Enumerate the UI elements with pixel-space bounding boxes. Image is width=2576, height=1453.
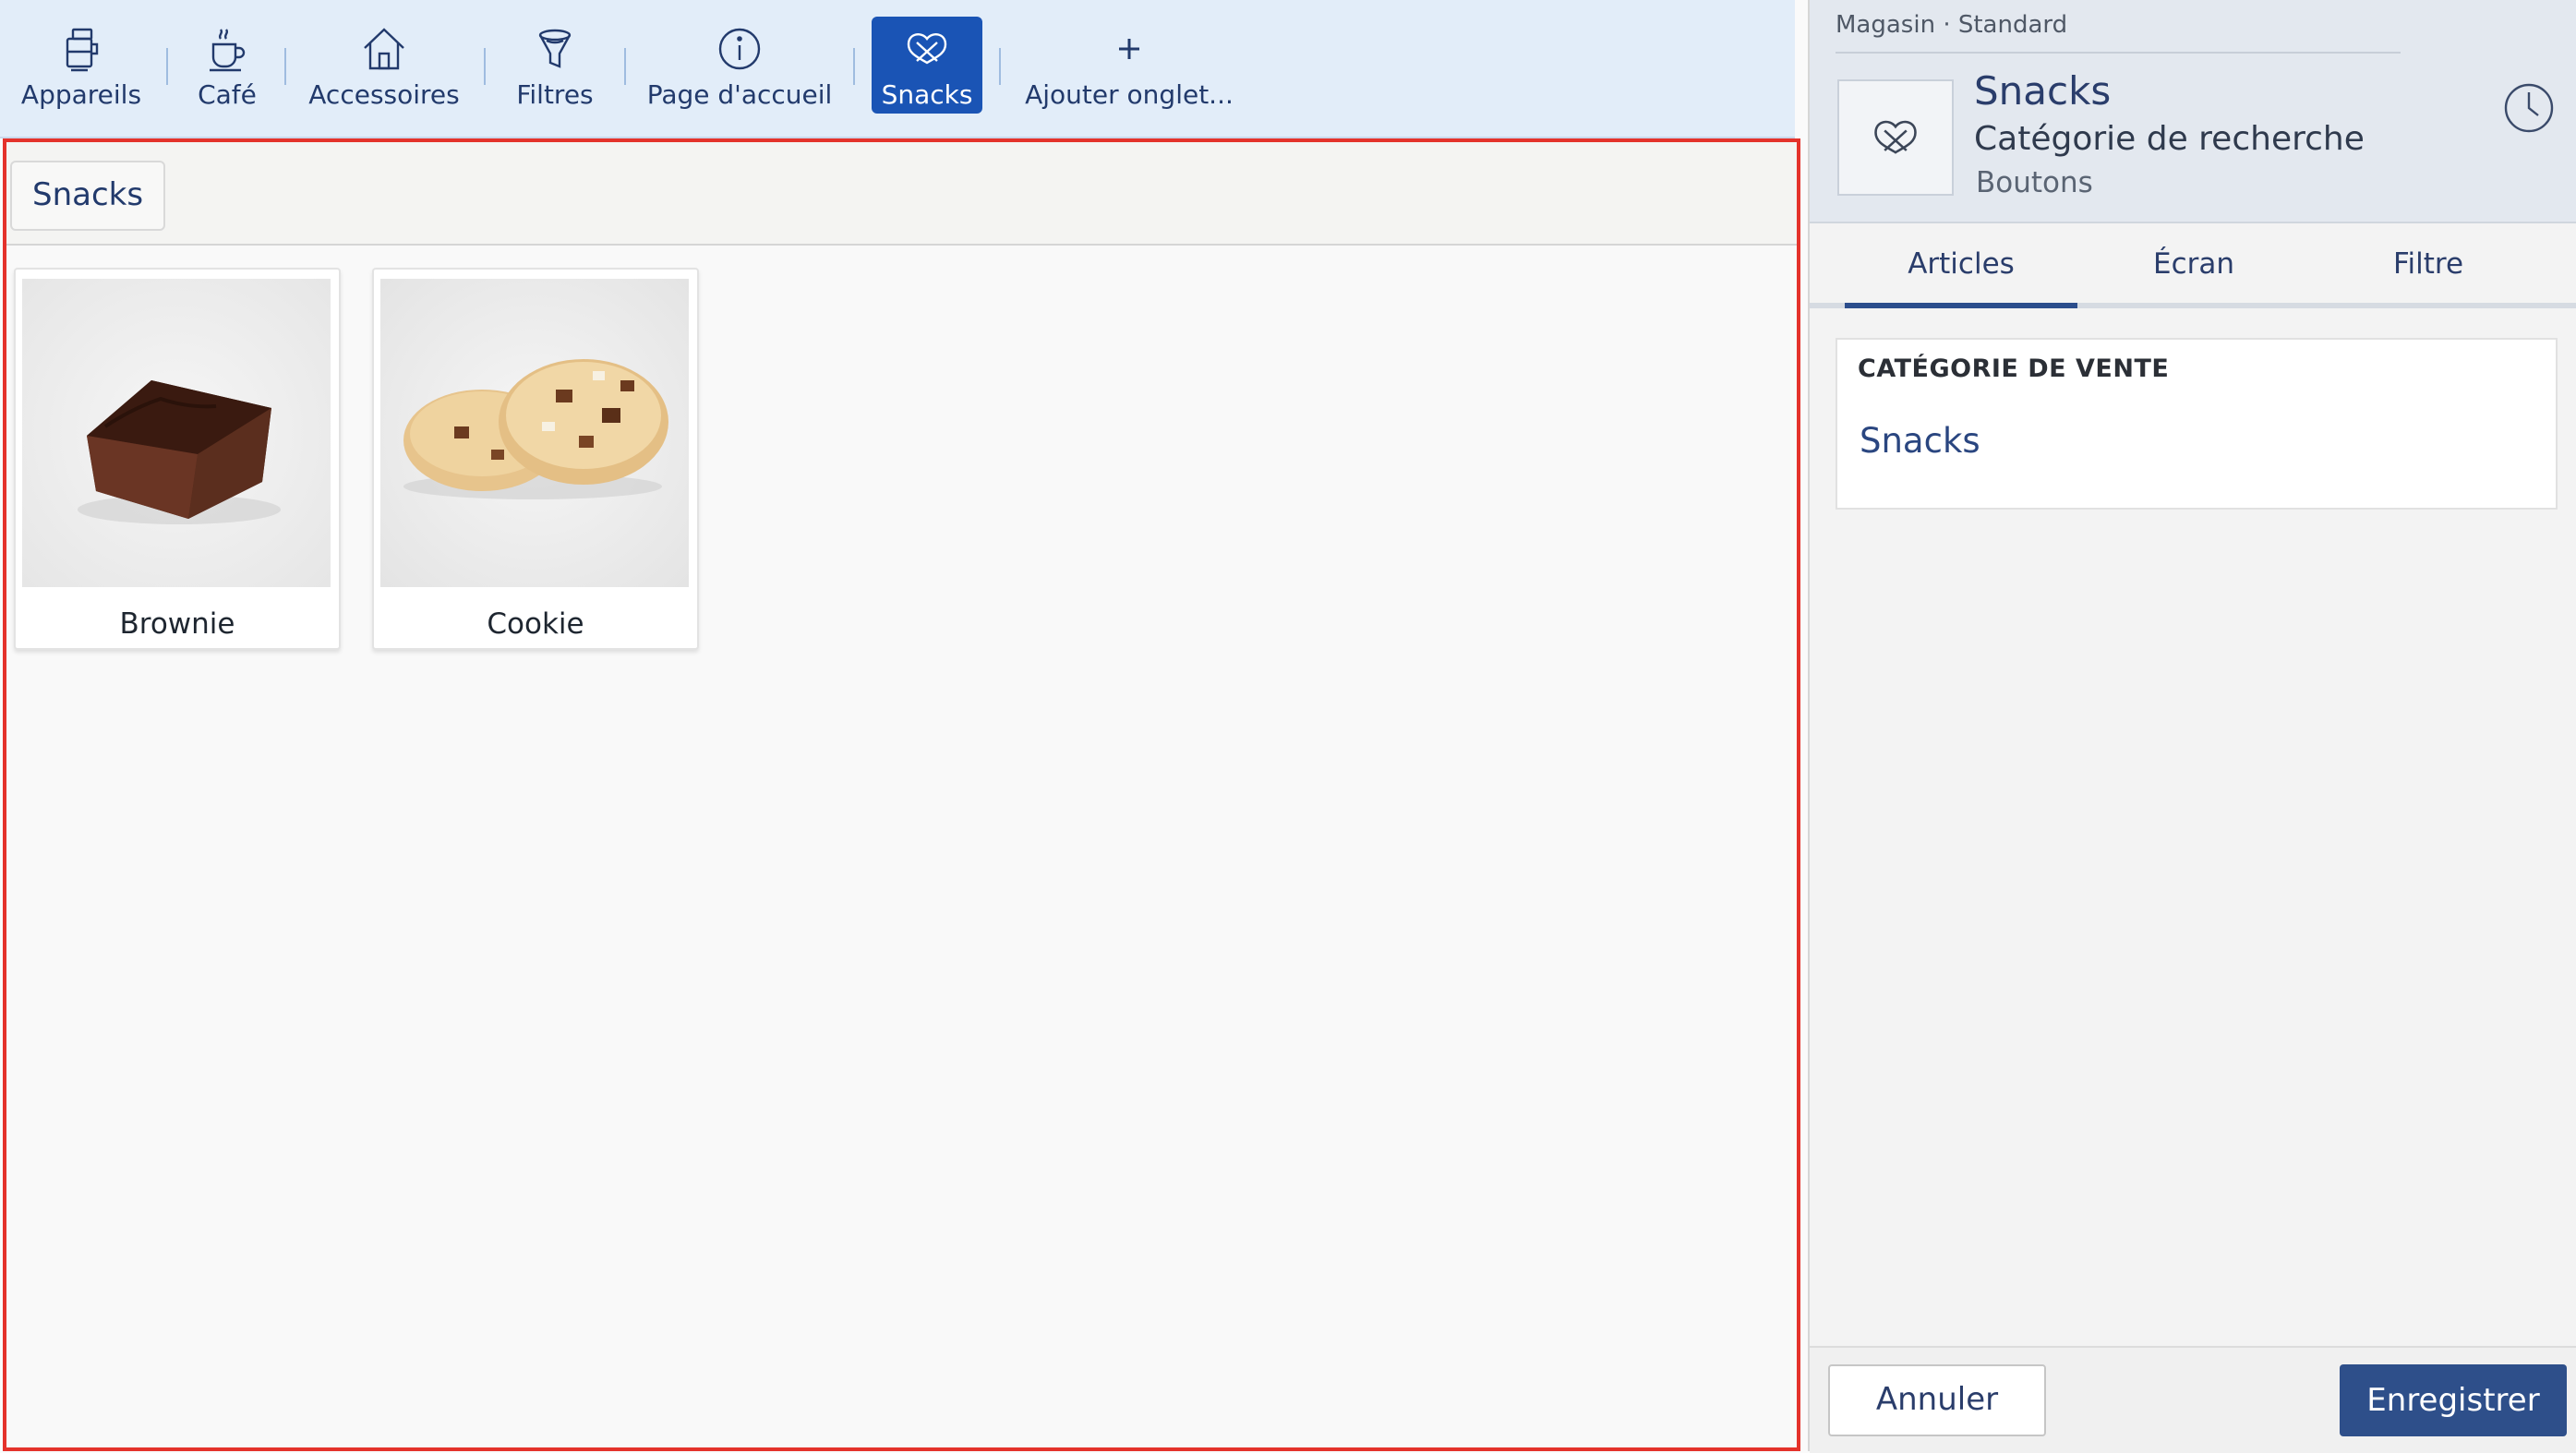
panel-subtitle: Catégorie de recherche [1974, 120, 2365, 158]
filter-funnel-icon [538, 29, 572, 68]
tab-ecran[interactable]: Écran [2077, 225, 2310, 303]
tab-articles[interactable]: Articles [1845, 225, 2077, 308]
coffee-cup-icon [210, 29, 246, 72]
tab-filtres[interactable]: Filtres [510, 17, 600, 114]
history-clock-icon[interactable] [2500, 79, 2558, 137]
category-tab-bar: Appareils Café Accessoires Filtres Page … [0, 0, 1795, 138]
sales-category-section: CATÉGORIE DE VENTE Snacks [1836, 338, 2558, 510]
tab-divider [853, 48, 855, 85]
tab-label: Café [198, 79, 257, 110]
tab-appareils[interactable]: Appareils [17, 17, 146, 114]
tab-label: Accessoires [308, 79, 460, 110]
panel-subtitle-secondary: Boutons [1976, 166, 2093, 199]
brownie-image [22, 279, 331, 587]
panel-tabs: Articles Écran Filtre [1810, 225, 2576, 308]
tab-filtre[interactable]: Filtre [2312, 225, 2545, 303]
tab-label: Page d'accueil [646, 79, 833, 110]
breadcrumb: Magasin · Standard [1836, 11, 2068, 39]
tab-accessoires[interactable]: Accessoires [308, 17, 460, 114]
panel-header: Magasin · Standard Snacks Catégorie de r… [1810, 0, 2576, 223]
properties-panel: Magasin · Standard Snacks Catégorie de r… [1808, 0, 2576, 1453]
add-tab-button[interactable]: Ajouter onglet... [1025, 17, 1234, 114]
tab-label: Snacks [881, 79, 973, 110]
house-icon [364, 28, 404, 70]
tab-label: Ajouter onglet... [1025, 79, 1234, 110]
product-name: Cookie [487, 607, 584, 641]
tab-snacks[interactable]: Snacks [872, 17, 982, 114]
tab-divider [284, 48, 286, 85]
pretzel-icon [907, 33, 947, 65]
tab-label: Filtres [516, 79, 594, 110]
panel-footer: Annuler Enregistrer [1810, 1346, 2576, 1453]
appliance-icon [66, 28, 99, 72]
tab-divider [484, 48, 486, 85]
section-title: CATÉGORIE DE VENTE [1858, 354, 2170, 383]
tab-page-accueil[interactable]: Page d'accueil [647, 17, 832, 114]
filter-chip[interactable]: Snacks [10, 161, 166, 231]
breadcrumb-divider [1836, 52, 2401, 54]
tab-cafe[interactable]: Café [188, 17, 266, 114]
product-card-cookie[interactable]: Cookie [372, 268, 699, 650]
tab-divider [624, 48, 626, 85]
cookie-image [380, 279, 689, 587]
plus-icon [1119, 39, 1139, 59]
cancel-button[interactable]: Annuler [1828, 1364, 2046, 1436]
tab-divider [999, 48, 1001, 85]
pretzel-icon [1874, 120, 1917, 154]
panel-title: Snacks [1974, 68, 2112, 114]
filter-bar: Snacks [6, 142, 1797, 246]
product-grid-area: Snacks Brownie Cookie [3, 138, 1800, 1451]
sales-category-link[interactable]: Snacks [1860, 421, 1980, 461]
save-button[interactable]: Enregistrer [2340, 1364, 2567, 1436]
category-icon-box[interactable] [1837, 79, 1954, 196]
tab-divider [166, 48, 168, 85]
product-card-brownie[interactable]: Brownie [14, 268, 341, 650]
tab-label: Appareils [20, 79, 142, 110]
product-name: Brownie [119, 607, 235, 641]
info-icon [718, 28, 761, 70]
